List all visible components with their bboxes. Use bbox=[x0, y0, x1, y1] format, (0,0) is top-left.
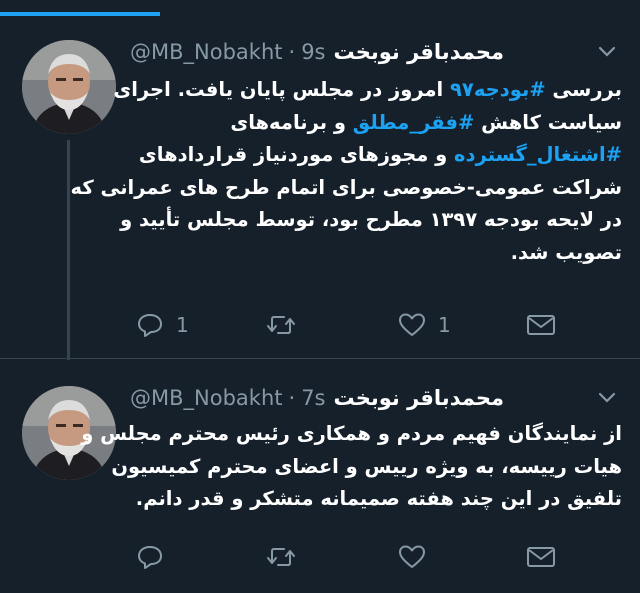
display-name[interactable]: محمدباقر نوبخت bbox=[334, 40, 505, 64]
hashtag-link[interactable]: #بودجه۹۷ bbox=[450, 78, 546, 101]
tweet-header: @MB_Nobakht · 9s محمدباقر نوبخت bbox=[130, 34, 600, 70]
reply-icon bbox=[138, 314, 162, 337]
tweet-line: #اشتغال_گسترده و مجوزهای موردنیاز قراردا… bbox=[132, 139, 622, 172]
tweet-line: از نمایندگان فهیم مردم و همکاری رئیس محت… bbox=[81, 422, 622, 445]
text-segment: سیاست کاهش bbox=[474, 110, 622, 134]
tweet-line: شراکت عمومی-خصوصی برای اتمام طرح های عمر… bbox=[70, 175, 622, 199]
tweet-line: تصویب شد. bbox=[510, 240, 622, 264]
tweet-line: تلفیق در این چند هفته صمیمانه متشکر و قد… bbox=[135, 487, 622, 510]
tweet-header: @MB_Nobakht · 7s محمدباقر نوبخت bbox=[130, 380, 600, 416]
avatar[interactable] bbox=[22, 40, 116, 134]
tweet[interactable]: @MB_Nobakht · 9s محمدباقر نوبخت بررسی #ب… bbox=[0, 28, 640, 360]
reply-button[interactable] bbox=[136, 540, 176, 574]
separator-dot: · bbox=[288, 40, 296, 64]
hashtag-link[interactable]: #اشتغال_گسترده bbox=[454, 143, 622, 166]
like-button[interactable]: 1 bbox=[398, 308, 451, 342]
reply-count: 1 bbox=[176, 313, 189, 337]
display-name[interactable]: محمدباقر نوبخت bbox=[334, 386, 505, 410]
heart-icon bbox=[399, 313, 425, 336]
like-button[interactable] bbox=[398, 540, 438, 574]
tweet-actions bbox=[130, 540, 630, 574]
tweet[interactable]: @MB_Nobakht · 7s محمدباقر نوبخت از نماین… bbox=[0, 366, 640, 593]
timestamp[interactable]: 7s bbox=[301, 386, 325, 410]
user-handle[interactable]: @MB_Nobakht bbox=[130, 386, 283, 410]
tweet-line: در لایحه بودجه ۱۳۹۷ مطرح بود، توسط مجلس … bbox=[120, 208, 622, 231]
message-button[interactable] bbox=[526, 540, 556, 574]
user-handle[interactable]: @MB_Nobakht bbox=[130, 40, 283, 64]
reply-button[interactable]: 1 bbox=[136, 308, 189, 342]
text-segment: امروز در مجلس پایان یافت. اجرای bbox=[113, 78, 451, 101]
message-button[interactable] bbox=[526, 308, 556, 342]
reply-icon bbox=[138, 546, 162, 569]
tweet-divider bbox=[0, 358, 640, 359]
heart-icon bbox=[399, 545, 425, 568]
tweet-text: بررسی #بودجه۹۷ امروز در مجلس پایان یافت.… bbox=[70, 74, 622, 269]
envelope-icon bbox=[527, 315, 555, 335]
separator-dot: · bbox=[288, 386, 296, 410]
text-segment: و مجوزهای موردنیاز قراردادهای bbox=[138, 143, 455, 166]
tweet-text: از نمایندگان فهیم مردم و همکاری رئیس محت… bbox=[81, 418, 622, 516]
tweet-line: بررسی #بودجه۹۷ امروز در مجلس پایان یافت.… bbox=[113, 74, 622, 107]
hashtag-link[interactable]: #فقر_مطلق bbox=[353, 111, 475, 134]
refresh-progress-bar bbox=[0, 12, 160, 16]
chevron-down-icon[interactable] bbox=[594, 42, 620, 62]
text-segment: و برنامه‌های bbox=[230, 110, 353, 134]
retweet-button[interactable] bbox=[266, 308, 308, 342]
retweet-button[interactable] bbox=[266, 540, 308, 574]
tweet-actions: 1 1 bbox=[130, 308, 630, 342]
tweet-line: سیاست کاهش #فقر_مطلق و برنامه‌های bbox=[132, 107, 622, 140]
like-count: 1 bbox=[438, 313, 451, 337]
tweet-line: هیات رییسه، به ویژه رییس و اعضای محترم ک… bbox=[111, 454, 622, 478]
thread-line bbox=[67, 140, 70, 360]
retweet-icon bbox=[267, 548, 295, 566]
text-segment: بررسی bbox=[545, 78, 622, 101]
chevron-down-icon[interactable] bbox=[594, 388, 620, 408]
retweet-icon bbox=[267, 316, 295, 334]
envelope-icon bbox=[527, 547, 555, 567]
timestamp[interactable]: 9s bbox=[301, 40, 325, 64]
avatar-portrait bbox=[22, 40, 116, 134]
top-bar bbox=[0, 0, 640, 18]
